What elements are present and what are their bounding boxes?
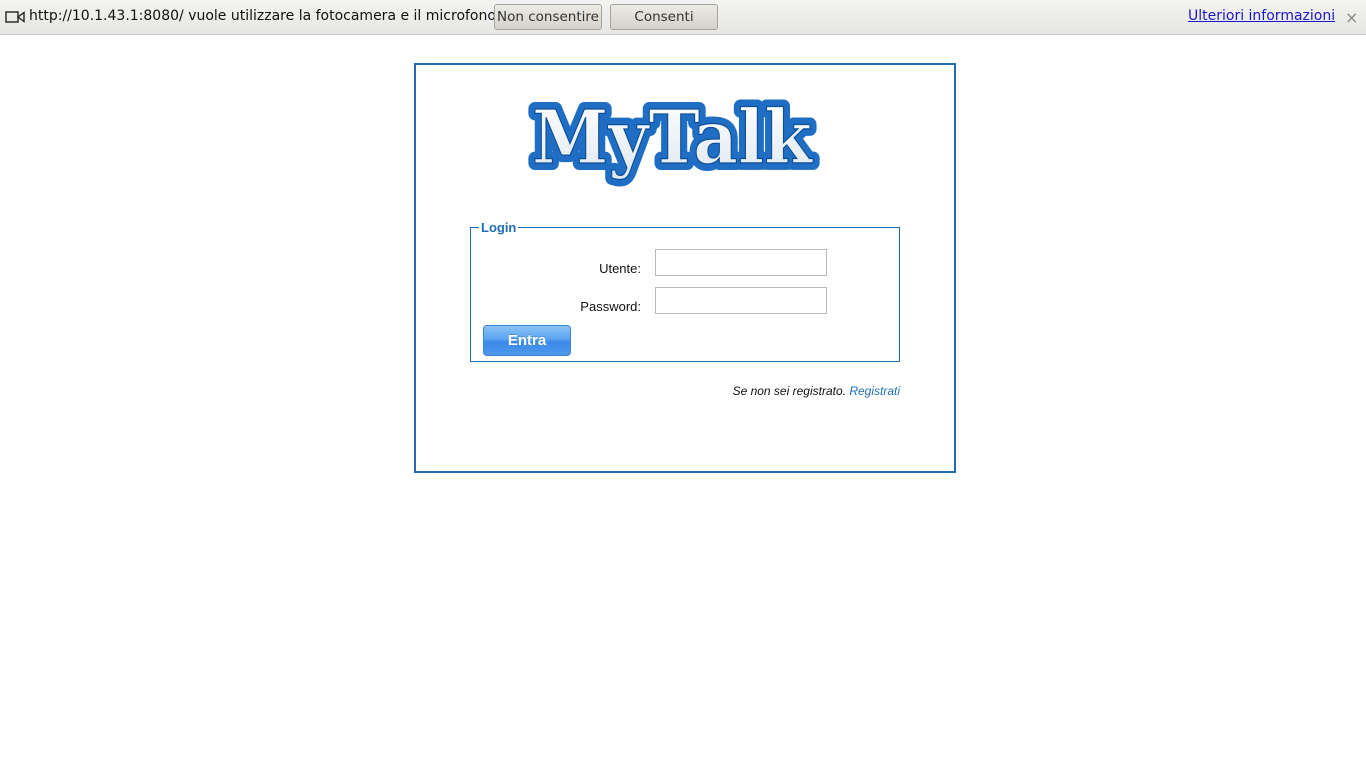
- video-camera-icon: [5, 11, 25, 23]
- permission-infobar: http://10.1.43.1:8080/ vuole utilizzare …: [0, 0, 1366, 35]
- login-fieldset: Login Utente: Password: Entra: [470, 220, 900, 362]
- register-link[interactable]: Registrati: [849, 384, 900, 398]
- password-label: Password:: [580, 299, 641, 314]
- user-label: Utente:: [599, 261, 641, 276]
- mytalk-logo: MyTalk MyTalk: [525, 91, 820, 187]
- register-prompt: Se non sei registrato.: [732, 384, 846, 398]
- login-panel: MyTalk MyTalk Login Utente: Password: En…: [414, 63, 956, 473]
- close-icon[interactable]: ×: [1345, 8, 1358, 27]
- login-submit-button[interactable]: Entra: [483, 325, 571, 356]
- user-input[interactable]: [655, 249, 827, 276]
- allow-button[interactable]: Consenti: [610, 4, 718, 30]
- password-input[interactable]: [655, 287, 827, 314]
- register-line: Se non sei registrato. Registrati: [733, 384, 900, 398]
- infobar-message: http://10.1.43.1:8080/ vuole utilizzare …: [29, 8, 501, 24]
- more-info-link[interactable]: Ulteriori informazioni: [1188, 8, 1335, 24]
- svg-text:MyTalk: MyTalk: [532, 95, 814, 181]
- deny-button[interactable]: Non consentire: [494, 4, 602, 30]
- login-legend: Login: [481, 220, 517, 235]
